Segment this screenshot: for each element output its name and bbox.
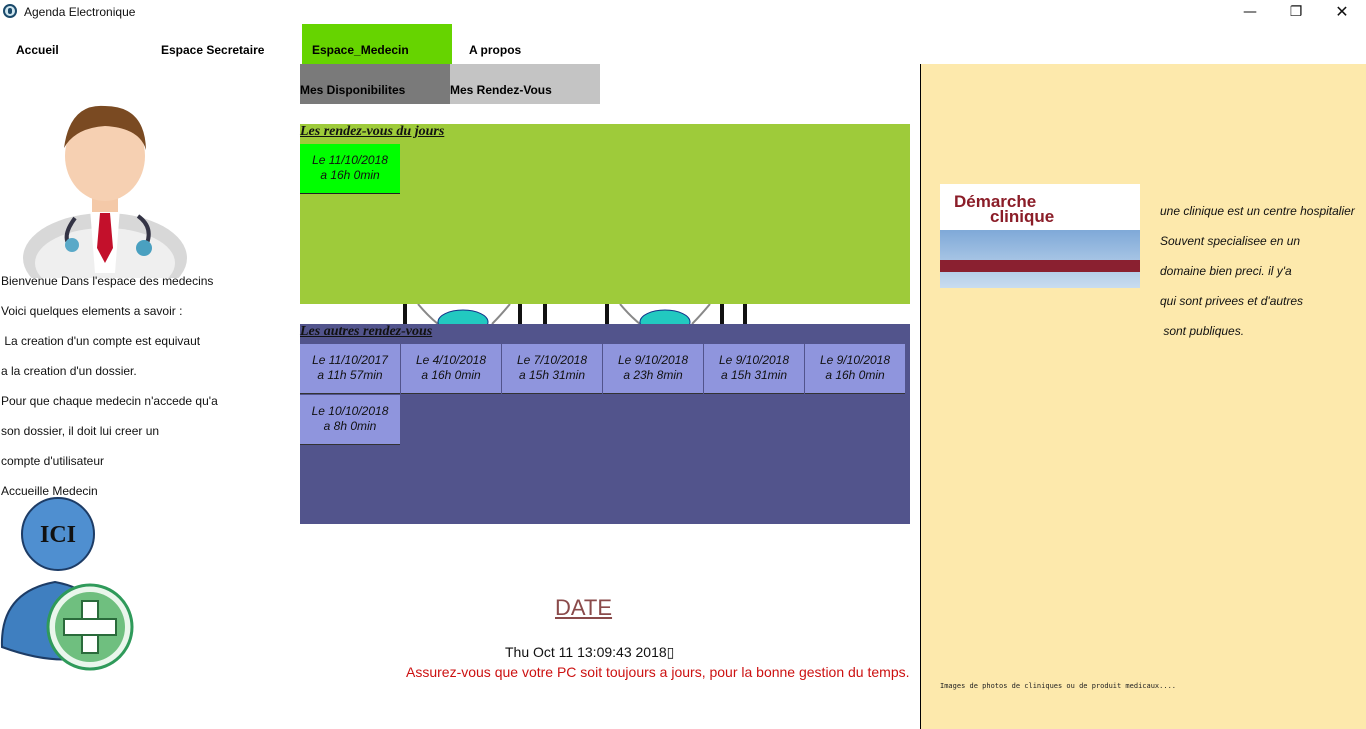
title-bar: Agenda Electronique — ❐ ✕	[0, 0, 1366, 26]
left-text-line: Voici quelques elements a savoir :	[1, 304, 183, 318]
add-doctor-ici-icon[interactable]: ICI	[0, 497, 140, 672]
left-text-line: a la creation d'un dossier.	[1, 364, 137, 378]
right-text-line: domaine bien preci. il y'a	[1160, 264, 1292, 278]
appointment-time: a 8h 0min	[323, 419, 377, 433]
appointment-date: Le 9/10/2018	[617, 353, 689, 367]
today-appointment-card[interactable]: Le 11/10/2018 a 16h 0min	[300, 144, 400, 194]
doctor-avatar-image	[23, 105, 187, 278]
nav-accueil[interactable]: Accueil	[16, 24, 59, 64]
left-text-line: Bienvenue Dans l'espace des medecins	[1, 274, 214, 288]
nav-espace-secretaire[interactable]: Espace Secretaire	[161, 24, 264, 64]
appointment-card[interactable]: Le 7/10/2018 a 15h 31min	[502, 344, 602, 394]
maximize-button[interactable]: ❐	[1273, 0, 1319, 26]
appointment-card[interactable]: Le 10/10/2018 a 8h 0min	[300, 395, 400, 445]
right-text-line: une clinique est un centre hospitalier	[1160, 204, 1355, 218]
app-icon	[3, 4, 17, 18]
clinic-book-image: Démarche clinique	[940, 184, 1140, 288]
appointment-time: a 23h 8min	[623, 368, 683, 382]
window-title: Agenda Electronique	[24, 5, 136, 19]
left-text-line: Pour que chaque medecin n'accede qu'a	[1, 394, 218, 408]
appointment-time: a 16h 0min	[421, 368, 481, 382]
left-text-line: compte d'utilisateur	[1, 454, 105, 468]
date-title: DATE	[555, 595, 613, 620]
today-appointments-panel: Les rendez-vous du jours Le 11/10/2018 a…	[300, 124, 910, 304]
image-caption: Images de photos de cliniques ou de prod…	[940, 682, 1177, 690]
other-panel-title: Les autres rendez-vous	[300, 324, 433, 339]
appointment-card[interactable]: Le 11/10/2017 a 11h 57min	[300, 344, 400, 394]
close-button[interactable]: ✕	[1319, 0, 1365, 26]
appointment-date: Le 9/10/2018	[819, 353, 891, 367]
appointment-time: a 11h 57min	[317, 368, 383, 382]
tab-mes-disponibilites[interactable]: Mes Disponibilites	[300, 64, 450, 104]
appointment-card[interactable]: Le 9/10/2018 a 23h 8min	[603, 344, 703, 394]
book-title-2: clinique	[990, 207, 1055, 226]
minimize-button[interactable]: —	[1227, 0, 1273, 26]
nav-espace-medecin[interactable]: Espace_Medecin	[302, 24, 452, 64]
tab-mes-rendez-vous[interactable]: Mes Rendez-Vous	[450, 64, 600, 104]
left-text-line: son dossier, il doit lui creer un	[1, 424, 160, 438]
appointment-time: a 16h 0min	[320, 168, 380, 182]
nav-a-propos[interactable]: A propos	[469, 24, 521, 64]
appointment-date: Le 4/10/2018	[415, 353, 487, 367]
other-appointments-panel: Les autres rendez-vous Le 11/10/2017 a 1…	[300, 324, 910, 524]
appointment-date: Le 9/10/2018	[718, 353, 790, 367]
appointment-time: a 15h 31min	[720, 368, 788, 382]
current-date-value: Thu Oct 11 13:09:43 2018▯	[505, 644, 675, 660]
appointment-time: a 15h 31min	[518, 368, 586, 382]
date-warning: Assurez-vous que votre PC soit toujours …	[406, 664, 910, 680]
today-panel-title: Les rendez-vous du jours	[300, 124, 445, 139]
background-decoration	[403, 304, 747, 324]
right-info-panel: Démarche clinique une clinique est un ce…	[921, 64, 1366, 729]
appointment-time: a 16h 0min	[825, 368, 885, 382]
accueille-medecin-label: Accueille Medecin	[1, 484, 98, 498]
right-text-line: qui sont privees et d'autres	[1160, 294, 1304, 308]
appointment-card[interactable]: Le 9/10/2018 a 16h 0min	[805, 344, 905, 394]
appointment-date: Le 11/10/2017	[312, 353, 388, 367]
ici-label: ICI	[40, 522, 76, 548]
appointment-date: Le 10/10/2018	[311, 404, 389, 418]
appointment-date: Le 7/10/2018	[516, 353, 588, 367]
appointment-date: Le 11/10/2018	[312, 153, 388, 167]
right-text-line: Souvent specialisee en un	[1160, 234, 1301, 248]
left-text-line: La creation d'un compte est equivaut	[1, 334, 201, 348]
appointment-card[interactable]: Le 4/10/2018 a 16h 0min	[401, 344, 501, 394]
right-text-line: sont publiques.	[1160, 324, 1245, 338]
appointment-card[interactable]: Le 9/10/2018 a 15h 31min	[704, 344, 804, 394]
